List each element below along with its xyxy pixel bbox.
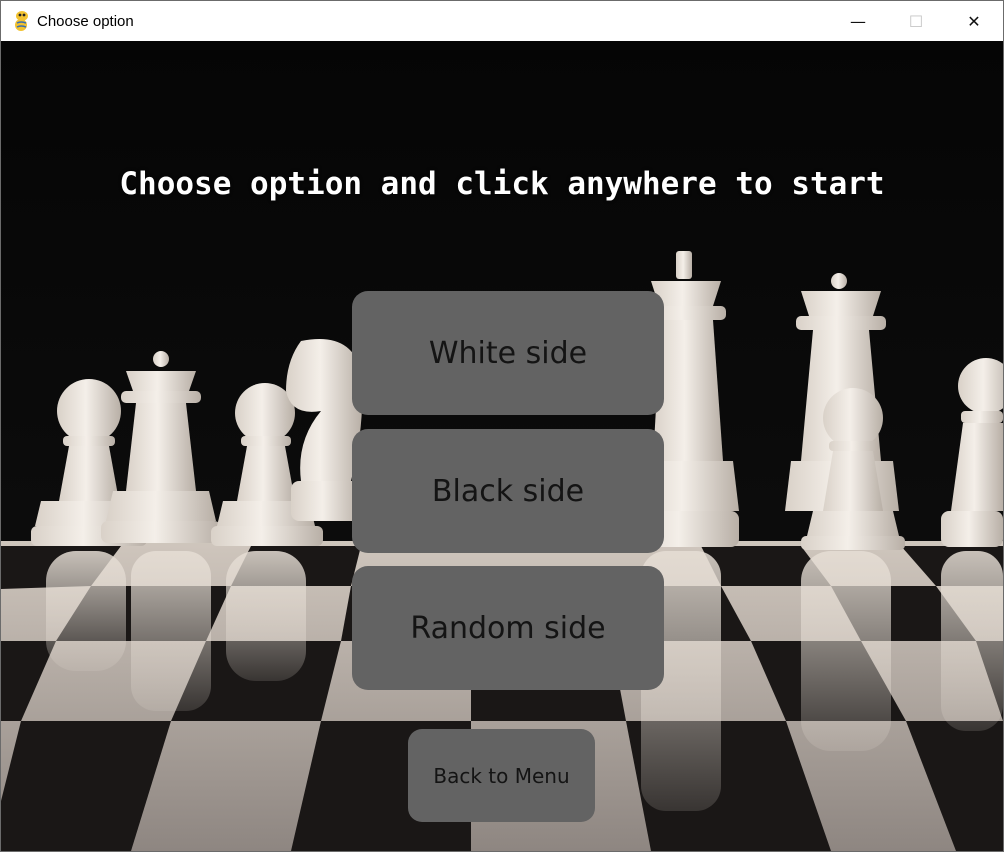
close-button[interactable]: ✕: [945, 1, 1003, 41]
window-title: Choose option: [37, 12, 134, 30]
title-bar[interactable]: Choose option — ☐ ✕: [1, 1, 1003, 41]
python-snake-icon: [15, 11, 28, 31]
random-side-button[interactable]: Random side: [352, 566, 664, 690]
app-window: Choose option — ☐ ✕ Choose option and cl…: [0, 0, 1004, 852]
back-to-menu-button[interactable]: Back to Menu: [408, 729, 595, 822]
white-side-button[interactable]: White side: [352, 291, 664, 415]
black-side-button[interactable]: Black side: [352, 429, 664, 553]
minimize-button[interactable]: —: [829, 1, 887, 41]
window-controls: — ☐ ✕: [829, 1, 1003, 41]
instruction-headline: Choose option and click anywhere to star…: [119, 166, 885, 202]
maximize-button[interactable]: ☐: [887, 1, 945, 41]
game-area[interactable]: Choose option and click anywhere to star…: [1, 41, 1003, 851]
